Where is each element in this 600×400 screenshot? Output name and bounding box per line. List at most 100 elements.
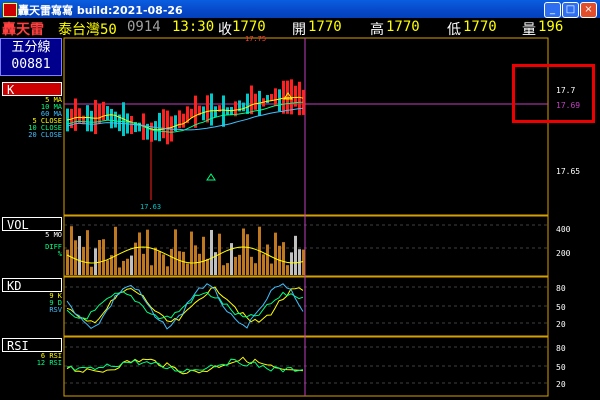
volume-bar bbox=[114, 226, 117, 275]
volume-bar bbox=[170, 248, 173, 275]
volume-bar bbox=[262, 254, 265, 275]
volume-bar bbox=[226, 263, 229, 275]
volume-bar bbox=[290, 252, 293, 275]
candle bbox=[166, 110, 169, 145]
candle bbox=[130, 115, 133, 135]
candle bbox=[270, 94, 273, 101]
rsi6-line bbox=[66, 356, 304, 375]
volume-bar bbox=[186, 263, 189, 275]
volume-bar bbox=[122, 260, 125, 275]
volume-bar bbox=[182, 251, 185, 275]
rsi-axis-80: 80 bbox=[556, 344, 566, 353]
candle bbox=[162, 109, 165, 139]
volume-bar bbox=[210, 229, 213, 275]
candle bbox=[190, 108, 193, 118]
candle bbox=[226, 107, 229, 115]
candle bbox=[194, 95, 197, 128]
candle bbox=[182, 113, 185, 128]
highlight-box bbox=[512, 64, 595, 123]
volume-bar bbox=[294, 235, 297, 275]
rsv-line bbox=[66, 283, 304, 330]
candle bbox=[102, 101, 105, 121]
volume-bar bbox=[222, 265, 225, 275]
candle bbox=[298, 81, 301, 116]
volume-bar bbox=[86, 230, 89, 275]
volume-bar bbox=[234, 256, 237, 275]
volume-bar bbox=[146, 229, 149, 275]
marker-triangle bbox=[206, 173, 216, 181]
candle bbox=[174, 115, 177, 132]
candle bbox=[106, 106, 109, 121]
kd-axis-80: 80 bbox=[556, 284, 566, 293]
candle bbox=[286, 80, 289, 114]
volume-bar bbox=[166, 266, 169, 275]
candle bbox=[114, 111, 117, 128]
volume-bar bbox=[90, 266, 93, 275]
chart-canvas[interactable]: 17.7517.63 17.717.6917.65400200805020805… bbox=[0, 0, 600, 400]
candle bbox=[158, 112, 161, 142]
volume-bar bbox=[198, 253, 201, 275]
candle bbox=[98, 104, 101, 124]
candle bbox=[246, 93, 249, 114]
candle bbox=[150, 122, 153, 142]
candle bbox=[254, 93, 257, 110]
volume-bar bbox=[242, 228, 245, 275]
volume-bar bbox=[118, 267, 121, 275]
volume-bar bbox=[270, 263, 273, 275]
candle bbox=[206, 95, 209, 123]
candle bbox=[282, 80, 285, 114]
vol-axis-200: 200 bbox=[556, 249, 571, 258]
volume-bar bbox=[162, 254, 165, 275]
volume-bar bbox=[274, 232, 277, 275]
kd-axis-20: 20 bbox=[556, 320, 566, 329]
volume-bar bbox=[250, 256, 253, 275]
volume-bar bbox=[238, 254, 241, 275]
volume-bar bbox=[194, 245, 197, 275]
volume-bar bbox=[246, 234, 249, 275]
candle bbox=[242, 102, 245, 112]
volume-bar bbox=[174, 229, 177, 275]
volume-bar bbox=[158, 251, 161, 275]
volume-bar bbox=[254, 263, 257, 275]
volume-bar bbox=[78, 235, 81, 275]
candle bbox=[222, 95, 225, 127]
candle bbox=[82, 115, 85, 124]
volume-bar bbox=[230, 243, 233, 275]
rsi-axis-20: 20 bbox=[556, 380, 566, 389]
candle bbox=[94, 99, 97, 135]
volume-bar bbox=[206, 258, 209, 275]
candle bbox=[274, 88, 277, 106]
volume-bar bbox=[94, 248, 97, 275]
volume-bar bbox=[190, 231, 193, 275]
volume-bar bbox=[302, 249, 305, 275]
kd-pane-frame bbox=[63, 276, 549, 337]
volume-bar bbox=[202, 236, 205, 275]
rsi-pane-frame bbox=[63, 336, 549, 397]
volume-bar bbox=[154, 247, 157, 275]
candle bbox=[178, 110, 181, 129]
candle bbox=[110, 108, 113, 129]
price-axis-low: 17.65 bbox=[556, 167, 580, 176]
volume-bar bbox=[102, 239, 105, 275]
volume-bar bbox=[282, 242, 285, 275]
volume-bar bbox=[266, 244, 269, 275]
volume-bar bbox=[286, 265, 289, 275]
volume-bar bbox=[150, 265, 153, 275]
volume-bar bbox=[70, 226, 73, 275]
volume-bar bbox=[82, 246, 85, 275]
volume-bar bbox=[66, 249, 69, 275]
candle bbox=[214, 106, 217, 118]
kd-axis-50: 50 bbox=[556, 303, 566, 312]
candle bbox=[210, 93, 213, 126]
candle bbox=[74, 98, 77, 131]
candle bbox=[250, 85, 253, 115]
candle bbox=[90, 110, 93, 132]
min-price-mark: 17.63 bbox=[140, 203, 161, 211]
volume-bar bbox=[138, 232, 141, 275]
max-price-mark: 17.75 bbox=[245, 35, 266, 43]
vol-axis-400: 400 bbox=[556, 225, 571, 234]
volume-bar bbox=[178, 251, 181, 275]
volume-bar bbox=[130, 255, 133, 275]
candle bbox=[294, 85, 297, 107]
volume-bar bbox=[98, 240, 101, 275]
